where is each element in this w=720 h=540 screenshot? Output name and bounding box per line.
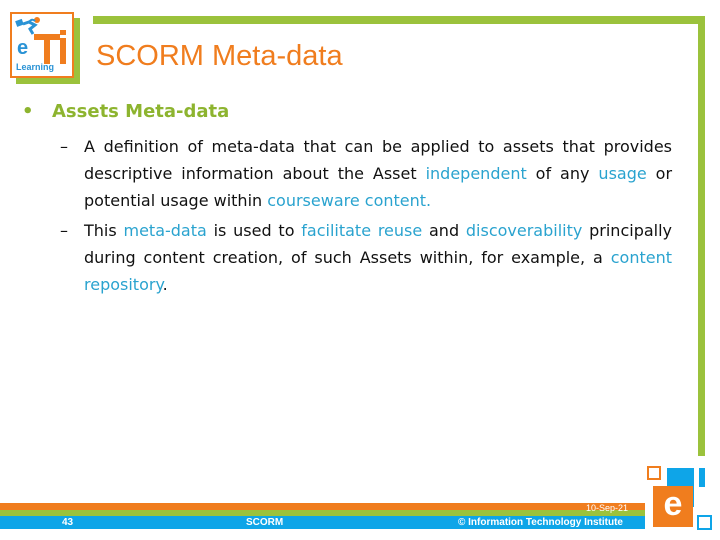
sub-bullet-definition: – A definition of meta-data that can be … bbox=[60, 133, 672, 214]
slide-title: SCORM Meta-data bbox=[96, 40, 343, 72]
logo-letter-e: e bbox=[17, 37, 29, 59]
text-segment: This bbox=[84, 221, 124, 240]
text-segment: is used to bbox=[206, 221, 302, 240]
dash-icon: – bbox=[60, 137, 68, 156]
logo-learning-text: Learning bbox=[16, 62, 55, 72]
bullet-heading: Assets Meta-data bbox=[52, 101, 230, 122]
slide-number: 43 bbox=[62, 517, 74, 528]
text-segment: of any bbox=[526, 164, 599, 183]
highlight-segment: courseware content. bbox=[267, 191, 432, 210]
decor-square-outline-orange bbox=[647, 466, 661, 480]
footer-copyright: © Information Technology Institute bbox=[458, 517, 623, 528]
text-segment: and bbox=[422, 221, 466, 240]
dash-icon: – bbox=[60, 221, 68, 240]
sub-bullet-text: A definition of meta-data that can be ap… bbox=[84, 133, 672, 214]
text-segment: . bbox=[162, 275, 168, 294]
highlight-segment: meta-data bbox=[123, 221, 207, 240]
frame-top-line bbox=[93, 16, 705, 24]
footer-label: SCORM bbox=[246, 517, 284, 528]
highlight-segment: facilitate reuse bbox=[301, 221, 423, 240]
bullet-icon: • bbox=[22, 101, 34, 122]
footer-date: 10-Sep-21 bbox=[586, 503, 629, 513]
footer-bar-orange bbox=[0, 503, 645, 510]
highlight-segment: usage bbox=[598, 164, 647, 183]
decor-bar-blue bbox=[699, 468, 705, 487]
logo-ti-icon bbox=[34, 30, 66, 64]
frame-right-line bbox=[698, 16, 705, 456]
highlight-segment: independent bbox=[425, 164, 527, 183]
highlight-segment: discoverability bbox=[465, 221, 583, 240]
corner-logo-letter: e bbox=[663, 485, 683, 523]
sub-bullet-purpose: – This meta-data is used to facilitate r… bbox=[60, 217, 672, 298]
bullet-heading-row: • Assets Meta-data bbox=[22, 100, 229, 124]
sub-bullet-text: This meta-data is used to facilitate reu… bbox=[84, 217, 672, 298]
decor-square-outline-blue bbox=[697, 515, 712, 530]
